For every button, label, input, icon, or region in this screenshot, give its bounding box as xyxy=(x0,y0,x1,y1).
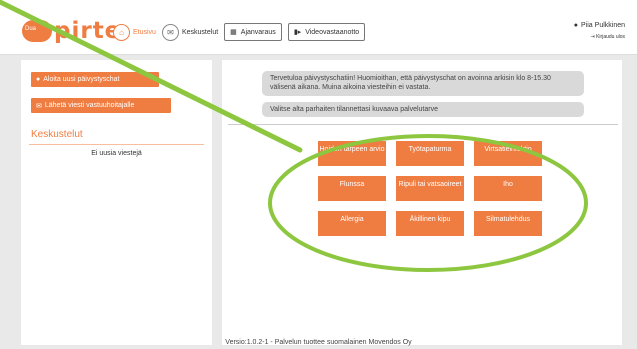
nav-messages[interactable]: ✉ Keskustelut xyxy=(161,23,219,41)
tile-allergy[interactable]: Allergia xyxy=(318,211,386,236)
tile-sudden-pain[interactable]: Äkillinen kipu xyxy=(396,211,464,236)
chat-bubble-icon: ● xyxy=(36,76,41,83)
user-menu: ● Piia Pulkkinen ⇥ Kirjaudu ulos xyxy=(574,22,625,40)
calendar-icon: ▦ xyxy=(230,29,237,36)
tile-care-assessment[interactable]: Hoidon tarpeen arvio xyxy=(318,141,386,166)
nav-home[interactable]: ⌂ Etusivu xyxy=(113,23,156,41)
nav-booking-label: Ajanvaraus xyxy=(240,28,276,36)
envelope-icon: ✉ xyxy=(161,23,179,41)
page-footer: Versio:1.0.2-1 - Palvelun tuottee suomal… xyxy=(225,339,412,346)
pirte-logo[interactable]: Dua pirte xyxy=(22,18,121,44)
nav-video-label: Videovastaanotto xyxy=(305,28,360,36)
user-icon: ● xyxy=(573,22,579,29)
main-nav: ⌂ Etusivu ✉ Keskustelut ▦ Ajanvaraus ▮▸ … xyxy=(113,23,366,41)
home-icon: ⌂ xyxy=(113,23,130,41)
welcome-message: Tervetuloa päivystyschatiin! Huomioithan… xyxy=(262,71,584,96)
tile-flu[interactable]: Flunssa xyxy=(318,176,386,201)
tile-uti[interactable]: Virtsatieinfektio xyxy=(474,141,542,166)
tile-work-accident[interactable]: Työtapaturma xyxy=(396,141,464,166)
logo-badge: Dua xyxy=(22,20,52,42)
nav-booking-button[interactable]: ▦ Ajanvaraus xyxy=(224,23,282,41)
nav-home-label: Etusivu xyxy=(133,28,156,36)
logout-link[interactable]: ⇥ Kirjaudu ulos xyxy=(574,34,626,40)
conversations-title: Keskustelut xyxy=(31,129,83,140)
send-message-button[interactable]: ✉ Lähetä viesti vastuuhoitajalle xyxy=(31,98,171,113)
prompt-message: Valitse alta parhaiten tilannettasi kuva… xyxy=(262,102,584,118)
logo-text: pirte xyxy=(54,18,122,44)
video-camera-icon: ▮▸ xyxy=(293,29,302,36)
main-panel: Tervetuloa päivystyschatiin! Huomioithan… xyxy=(222,60,622,345)
service-tiles: Hoidon tarpeen arvio Työtapaturma Virtsa… xyxy=(318,141,542,236)
no-messages-text: Ei uusia viestejä xyxy=(91,150,142,157)
tile-skin[interactable]: Iho xyxy=(474,176,542,201)
tile-stomach[interactable]: Ripuli tai vatsaoireet xyxy=(396,176,464,201)
start-chat-button[interactable]: ● Aloita uusi päivystyschat xyxy=(31,72,159,87)
nav-video-button[interactable]: ▮▸ Videovastaanotto xyxy=(287,23,366,41)
envelope-icon: ✉ xyxy=(36,102,42,110)
content-divider xyxy=(228,124,618,125)
logout-icon: ⇥ xyxy=(590,34,595,40)
nav-messages-label: Keskustelut xyxy=(181,28,219,36)
user-name[interactable]: ● Piia Pulkkinen xyxy=(574,22,625,29)
app-header: Dua pirte ⌂ Etusivu ✉ Keskustelut ▦ Ajan… xyxy=(0,0,637,55)
sidebar-panel: ● Aloita uusi päivystyschat ✉ Lähetä vie… xyxy=(21,60,212,345)
section-divider xyxy=(29,144,204,145)
tile-eye-infection[interactable]: Silmatulehdus xyxy=(474,211,542,236)
